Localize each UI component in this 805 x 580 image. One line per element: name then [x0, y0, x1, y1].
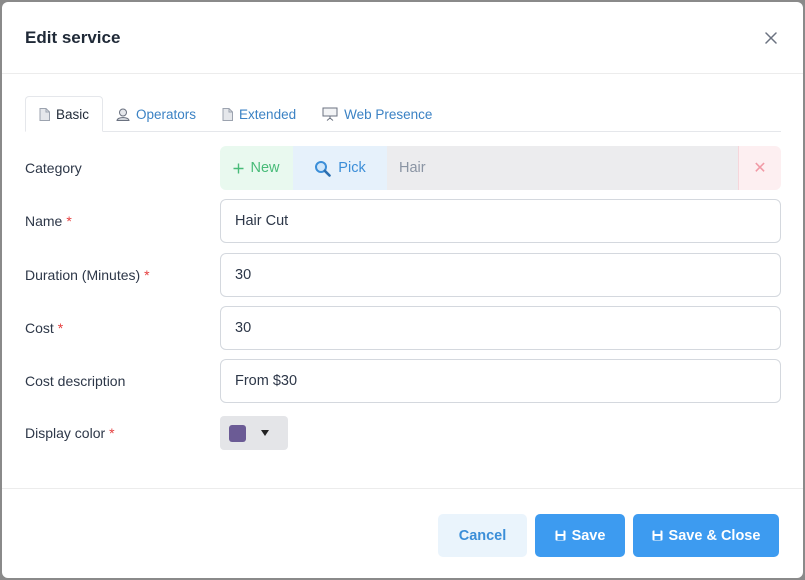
save-label: Save — [571, 527, 606, 544]
name-row: Name * Hair Cut — [25, 199, 781, 243]
document-icon — [39, 107, 50, 121]
save-and-close-label: Save & Close — [668, 527, 761, 544]
tab-label: Web Presence — [344, 106, 433, 122]
clear-icon: ✕ — [753, 160, 767, 177]
duration-row: Duration (Minutes) * 30 — [25, 253, 781, 297]
display-color-picker[interactable] — [220, 416, 288, 450]
new-category-button[interactable]: New — [220, 146, 293, 190]
category-label: Category — [25, 160, 218, 176]
clear-category-button[interactable]: ✕ — [738, 146, 781, 190]
cost-label-text: Cost — [25, 320, 54, 336]
display-color-label: Display color * — [25, 425, 218, 441]
modal-title: Edit service — [25, 27, 121, 47]
user-icon — [116, 108, 130, 121]
tab-basic[interactable]: Basic — [25, 96, 104, 132]
name-label: Name * — [25, 213, 218, 229]
document-icon — [222, 107, 234, 121]
tab-operators[interactable]: Operators — [103, 96, 209, 132]
tab-extended[interactable]: Extended — [209, 96, 309, 132]
display-color-row: Display color * — [25, 411, 781, 455]
presentation-icon — [322, 107, 338, 121]
display-color-label-text: Display color — [25, 425, 106, 441]
modal-footer: Cancel Save Save & Close — [2, 488, 803, 578]
category-label-text: Category — [25, 160, 82, 176]
cancel-label: Cancel — [458, 527, 507, 544]
name-label-text: Name — [25, 213, 63, 229]
chevron-down-icon — [261, 430, 269, 436]
cost-description-input[interactable]: From $30 — [220, 359, 781, 403]
search-icon — [315, 160, 332, 177]
cost-input[interactable]: 30 — [220, 306, 781, 350]
cost-label: Cost * — [25, 320, 218, 336]
duration-input[interactable]: 30 — [220, 253, 781, 297]
save-button[interactable]: Save — [535, 514, 625, 557]
modal-header: Edit service — [2, 2, 803, 74]
category-control: New Pick Hair ✕ — [220, 146, 781, 190]
cancel-button[interactable]: Cancel — [438, 514, 527, 557]
category-value: Hair — [387, 146, 738, 190]
tab-label: Operators — [136, 106, 197, 122]
required-marker: * — [109, 425, 115, 441]
save-and-close-button[interactable]: Save & Close — [633, 514, 779, 557]
floppy-disk-icon — [652, 530, 663, 541]
required-marker: * — [57, 320, 64, 336]
floppy-disk-icon — [555, 530, 566, 541]
close-button[interactable] — [761, 28, 781, 48]
tab-label: Extended — [239, 106, 297, 122]
tab-label: Basic — [56, 106, 90, 122]
color-swatch — [229, 424, 246, 442]
tab-web-presence[interactable]: Web Presence — [309, 96, 445, 132]
new-category-label: New — [250, 160, 280, 176]
pick-category-label: Pick — [338, 160, 366, 176]
cost-description-label: Cost description — [25, 373, 218, 389]
edit-service-modal: Edit service Basic Operators Extended We… — [2, 2, 803, 578]
plus-icon — [233, 163, 244, 173]
required-marker: * — [144, 267, 150, 283]
tab-bar: Basic Operators Extended Web Presence — [25, 96, 781, 132]
close-icon — [765, 31, 777, 44]
required-marker: * — [66, 213, 72, 229]
cost-description-label-text: Cost description — [25, 373, 126, 389]
duration-label-text: Duration (Minutes) — [25, 267, 141, 283]
name-input[interactable]: Hair Cut — [220, 199, 781, 243]
cost-row: Cost * 30 — [25, 306, 781, 350]
cost-description-row: Cost description From $30 — [25, 359, 781, 403]
duration-label: Duration (Minutes) * — [25, 267, 218, 283]
pick-category-button[interactable]: Pick — [293, 146, 387, 190]
category-row: Category New Pick Hair ✕ — [25, 146, 781, 190]
